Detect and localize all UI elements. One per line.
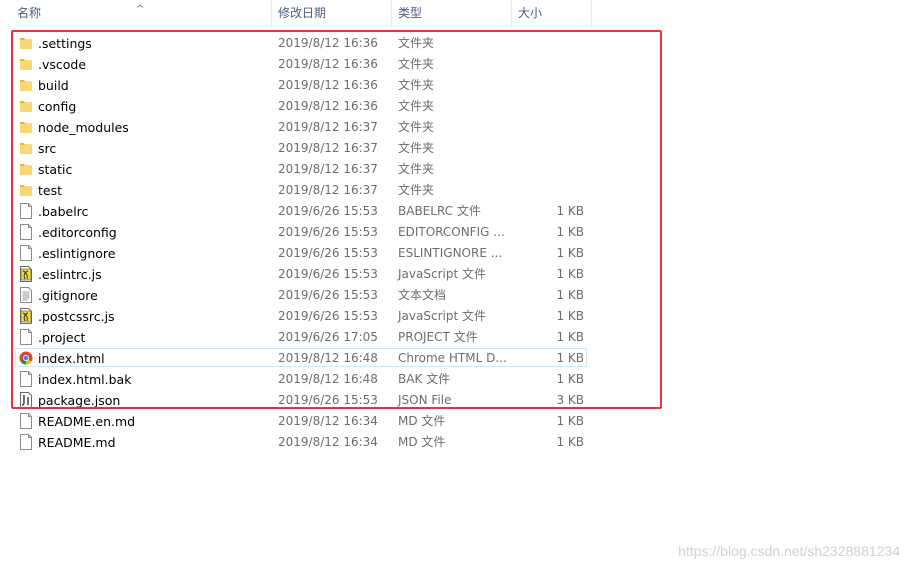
column-name-label: 名称: [17, 6, 42, 20]
file-type: MD 文件: [398, 414, 446, 428]
file-size: 1 KB: [556, 435, 584, 449]
file-icon: [19, 434, 33, 450]
column-size-label: 大小: [518, 6, 543, 20]
file-row[interactable]: README.en.md 2019/8/12 16:34 MD 文件 1 KB: [0, 411, 908, 432]
column-date-label: 修改日期: [278, 6, 327, 20]
file-date: 2019/8/12 16:34: [278, 435, 378, 449]
file-type: MD 文件: [398, 435, 446, 449]
watermark: https://blog.csdn.net/sh2328881234: [678, 543, 900, 559]
sort-ascending-icon: ^: [136, 4, 145, 15]
file-name: README.en.md: [38, 414, 136, 429]
file-size: 1 KB: [556, 414, 584, 428]
column-date-header[interactable]: 修改日期: [272, 0, 392, 27]
file-icon: [19, 413, 33, 429]
highlight-box: [11, 30, 662, 409]
column-type-header[interactable]: 类型: [392, 0, 512, 27]
file-row[interactable]: README.md 2019/8/12 16:34 MD 文件 1 KB: [0, 432, 908, 453]
column-header: 名称 ^ 修改日期 类型 大小: [0, 0, 908, 27]
column-type-label: 类型: [398, 6, 423, 20]
column-name-header[interactable]: 名称 ^: [0, 0, 272, 27]
column-size-header[interactable]: 大小: [512, 0, 592, 27]
file-date: 2019/8/12 16:34: [278, 414, 378, 428]
file-name: README.md: [38, 435, 116, 450]
